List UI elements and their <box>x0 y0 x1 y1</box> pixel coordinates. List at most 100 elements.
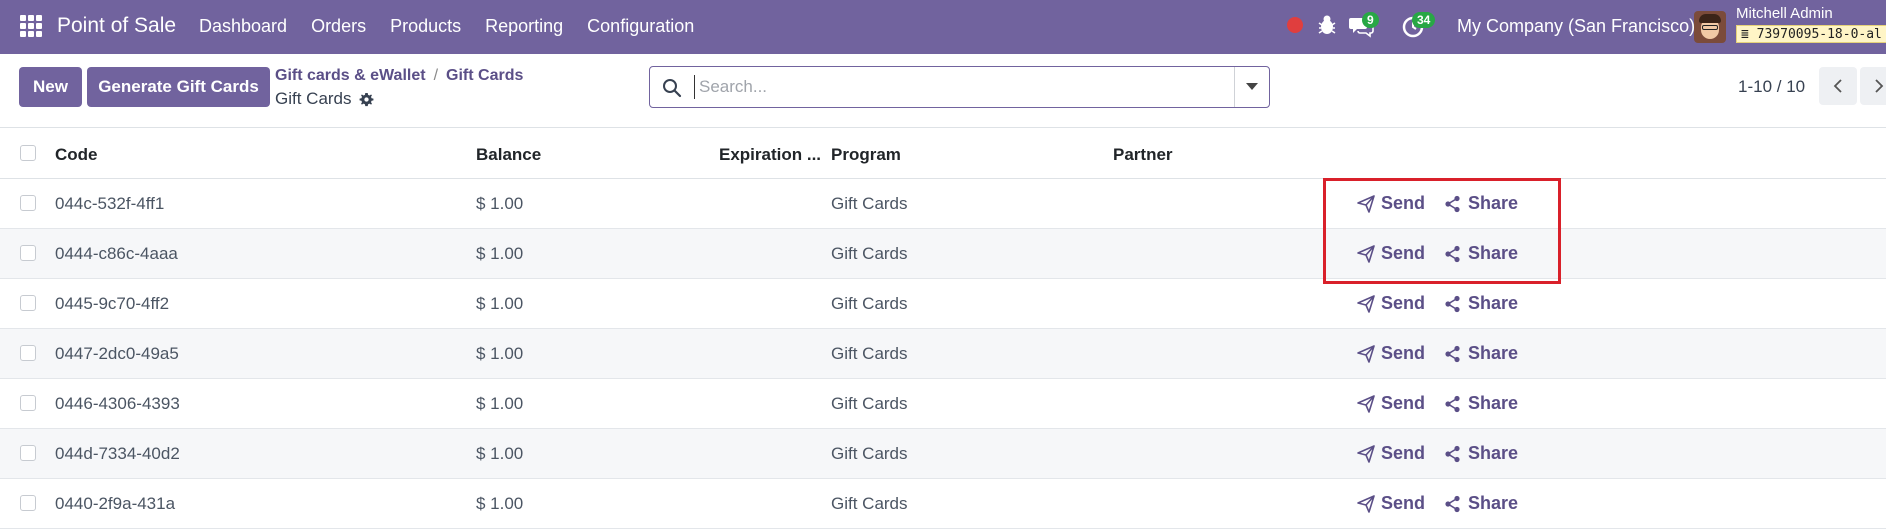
cell-program: Gift Cards <box>831 294 908 313</box>
column-code[interactable]: Code <box>55 145 98 165</box>
chat-count-badge: 9 <box>1362 12 1379 28</box>
page-title: Gift Cards <box>275 89 352 108</box>
search-divider <box>1234 67 1235 107</box>
send-button[interactable]: Send <box>1357 443 1425 464</box>
cell-balance: $ 1.00 <box>476 244 524 263</box>
share-icon <box>1445 495 1460 512</box>
search-icon <box>663 79 682 98</box>
select-all-checkbox[interactable] <box>20 145 36 161</box>
send-icon <box>1357 394 1375 413</box>
cell-code: 0440-2f9a-431a <box>55 494 176 513</box>
cell-program: Gift Cards <box>831 194 908 213</box>
row-checkbox[interactable] <box>20 395 36 411</box>
table-row[interactable]: 0445-9c70-4ff2 $ 1.00 Gift Cards Send Share <box>0 279 1886 329</box>
table-row[interactable]: 044d-7334-40d2 $ 1.00 Gift Cards Send Share <box>0 429 1886 479</box>
table-header: Code Balance Expiration ... Program Part… <box>0 128 1886 179</box>
breadcrumb: Gift cards & eWallet / Gift Cards <box>275 67 523 85</box>
menu-configuration[interactable]: Configuration <box>587 16 694 37</box>
cell-balance: $ 1.00 <box>476 344 524 363</box>
share-button[interactable]: Share <box>1444 443 1518 464</box>
cell-balance: $ 1.00 <box>476 444 524 463</box>
menu-dashboard[interactable]: Dashboard <box>199 16 287 37</box>
menu-reporting[interactable]: Reporting <box>485 16 563 37</box>
row-checkbox[interactable] <box>20 445 36 461</box>
main-menu: Dashboard Orders Products Reporting Conf… <box>199 16 694 37</box>
activity-count-badge: 34 <box>1412 12 1436 28</box>
search-options-toggle[interactable] <box>1246 83 1258 90</box>
cell-code: 044c-532f-4ff1 <box>55 194 165 213</box>
menu-products[interactable]: Products <box>390 16 461 37</box>
highlight-box <box>1323 178 1561 284</box>
apps-grid-icon[interactable] <box>20 15 42 37</box>
top-navbar: Point of Sale Dashboard Orders Products … <box>0 0 1886 54</box>
send-icon <box>1357 444 1375 463</box>
cell-program: Gift Cards <box>831 244 908 263</box>
app-title[interactable]: Point of Sale <box>57 14 176 38</box>
cell-code: 044d-7334-40d2 <box>55 444 180 463</box>
table-row[interactable]: 044c-532f-4ff1 $ 1.00 Gift Cards Send Share <box>0 179 1886 229</box>
column-balance[interactable]: Balance <box>476 145 541 165</box>
send-button[interactable]: Send <box>1357 343 1425 364</box>
send-button[interactable]: Send <box>1357 493 1425 514</box>
cell-code: 0446-4306-4393 <box>55 394 180 413</box>
cell-code: 0445-9c70-4ff2 <box>55 294 170 313</box>
share-button[interactable]: Share <box>1444 293 1518 314</box>
share-button[interactable]: Share <box>1444 393 1518 414</box>
share-button[interactable]: Share <box>1444 493 1518 514</box>
pager-value[interactable]: 1-10 / 10 <box>1738 77 1805 97</box>
pager-previous-button[interactable] <box>1819 67 1857 105</box>
column-program[interactable]: Program <box>831 145 901 165</box>
company-switcher[interactable]: My Company (San Francisco) <box>1457 16 1695 37</box>
database-tag: ≣ 73970095-18-0-al <box>1736 25 1886 43</box>
send-icon <box>1357 294 1375 313</box>
row-checkbox[interactable] <box>20 245 36 261</box>
send-icon <box>1357 344 1375 363</box>
cell-program: Gift Cards <box>831 394 908 413</box>
column-partner[interactable]: Partner <box>1113 145 1173 165</box>
share-icon <box>1445 345 1460 362</box>
user-avatar[interactable] <box>1694 11 1726 43</box>
chevron-right-icon <box>1875 79 1884 93</box>
send-button[interactable]: Send <box>1357 293 1425 314</box>
row-checkbox[interactable] <box>20 295 36 311</box>
table-row[interactable]: 0446-4306-4393 $ 1.00 Gift Cards Send Share <box>0 379 1886 429</box>
menu-orders[interactable]: Orders <box>311 16 366 37</box>
pager-next-button[interactable] <box>1860 67 1886 105</box>
column-expiration[interactable]: Expiration ... <box>719 145 821 165</box>
bug-icon[interactable] <box>1317 13 1337 37</box>
share-icon <box>1445 445 1460 462</box>
cell-program: Gift Cards <box>831 344 908 363</box>
share-icon <box>1445 395 1460 412</box>
search-input[interactable] <box>694 75 1214 99</box>
database-icon: ≣ <box>1741 27 1749 42</box>
new-button[interactable]: New <box>19 67 82 107</box>
cell-code: 0447-2dc0-49a5 <box>55 344 179 363</box>
chevron-left-icon <box>1833 79 1842 93</box>
cell-balance: $ 1.00 <box>476 494 524 513</box>
table-row[interactable]: 0440-2f9a-431a $ 1.00 Gift Cards Send Share <box>0 479 1886 529</box>
table-row[interactable]: 0444-c86c-4aaa $ 1.00 Gift Cards Send Share <box>0 229 1886 279</box>
send-button[interactable]: Send <box>1357 393 1425 414</box>
send-icon <box>1357 494 1375 513</box>
share-button[interactable]: Share <box>1444 343 1518 364</box>
breadcrumb-item-gift-cards[interactable]: Gift Cards <box>446 67 523 84</box>
cell-program: Gift Cards <box>831 444 908 463</box>
breadcrumb-item-gift-cards-ewallet[interactable]: Gift cards & eWallet <box>275 67 426 84</box>
cell-code: 0444-c86c-4aaa <box>55 244 178 263</box>
generate-gift-cards-button[interactable]: Generate Gift Cards <box>87 67 270 107</box>
table-row[interactable]: 0447-2dc0-49a5 $ 1.00 Gift Cards Send Share <box>0 329 1886 379</box>
cell-balance: $ 1.00 <box>476 194 524 213</box>
row-checkbox[interactable] <box>20 195 36 211</box>
share-icon <box>1445 295 1460 312</box>
cell-balance: $ 1.00 <box>476 294 524 313</box>
user-name[interactable]: Mitchell Admin <box>1736 5 1833 22</box>
cell-balance: $ 1.00 <box>476 394 524 413</box>
row-checkbox[interactable] <box>20 495 36 511</box>
row-checkbox[interactable] <box>20 345 36 361</box>
record-icon[interactable] <box>1287 17 1303 33</box>
breadcrumb-separator: / <box>433 67 439 84</box>
page-title-row: Gift Cards <box>275 89 374 109</box>
gear-icon[interactable] <box>359 92 374 107</box>
search-box <box>649 66 1270 108</box>
cell-program: Gift Cards <box>831 494 908 513</box>
